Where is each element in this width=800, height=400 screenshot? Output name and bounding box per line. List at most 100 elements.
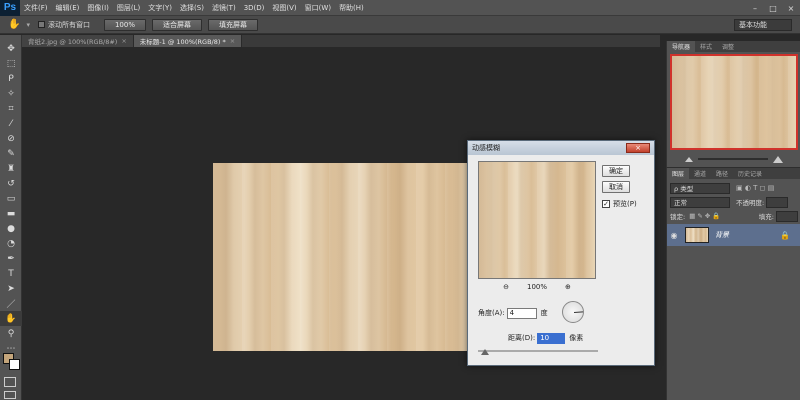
layer-name: 背景 xyxy=(715,231,729,239)
screen-mode-icon[interactable] xyxy=(4,391,16,399)
menu-select[interactable]: 选择(S) xyxy=(176,3,208,13)
magic-wand-icon[interactable]: ✧ xyxy=(0,86,22,101)
type-icon[interactable]: T xyxy=(0,266,22,281)
tab-history[interactable]: 历史记录 xyxy=(733,168,767,179)
opacity-label: 不透明度: xyxy=(736,199,765,207)
preview-label: 预览(P) xyxy=(613,200,637,208)
dodge-icon[interactable]: ◔ xyxy=(0,236,22,251)
opacity-field[interactable] xyxy=(766,196,789,208)
distance-slider-thumb[interactable] xyxy=(481,349,489,355)
tab-navigator[interactable]: 导航器 xyxy=(667,41,696,52)
doc-tab-1[interactable]: 背纸2.jpg @ 100%(RGB/8#) × xyxy=(22,35,134,47)
brush-icon[interactable]: ✎ xyxy=(0,146,22,161)
menu-help[interactable]: 帮助(H) xyxy=(335,3,368,13)
distance-input[interactable]: 10 xyxy=(537,332,566,344)
blur-icon[interactable]: ● xyxy=(0,221,22,236)
dialog-preview[interactable] xyxy=(478,161,596,279)
lock-icons[interactable]: ▦ ✎ ✥ 🔒 xyxy=(689,212,720,220)
move-icon[interactable]: ✥ xyxy=(0,41,22,56)
zoom-100-button[interactable]: 100% xyxy=(103,18,146,31)
menu-view[interactable]: 视图(V) xyxy=(268,3,300,13)
menu-layer[interactable]: 图层(L) xyxy=(113,3,144,13)
angle-value: 4 xyxy=(509,309,515,317)
shape-icon[interactable]: ／ xyxy=(0,296,22,311)
preview-checkbox[interactable]: ✓ xyxy=(602,200,610,208)
tab-adjustments[interactable]: 调整 xyxy=(717,41,739,52)
angle-dial[interactable] xyxy=(562,301,584,323)
history-brush-icon[interactable]: ↺ xyxy=(0,176,22,191)
hand-tool-icon: ✋ xyxy=(8,19,21,30)
document-image[interactable] xyxy=(213,163,475,351)
menu-edit[interactable]: 编辑(E) xyxy=(52,3,84,13)
dialog-close-button[interactable]: × xyxy=(626,143,650,153)
zoom-in-icon[interactable]: ⊕ xyxy=(565,283,571,291)
distance-unit: 像素 xyxy=(569,334,584,342)
menu-file[interactable]: 文件(F) xyxy=(20,3,52,13)
quick-mask-icon[interactable] xyxy=(4,377,16,387)
stamp-icon[interactable]: ♜ xyxy=(0,161,22,176)
cancel-button[interactable]: 取消 xyxy=(602,181,630,193)
menu-filter[interactable]: 滤镜(T) xyxy=(208,3,240,13)
fill-field[interactable] xyxy=(776,210,798,222)
distance-value: 10 xyxy=(540,334,550,342)
tab-channels[interactable]: 通道 xyxy=(689,168,711,179)
close-icon[interactable]: × xyxy=(121,37,126,45)
navigator-zoom-slider[interactable] xyxy=(698,158,768,160)
close-window-button[interactable]: × xyxy=(782,0,800,16)
pen-icon[interactable]: ✒ xyxy=(0,251,22,266)
doc-tab-2[interactable]: 未标题-1 @ 100%(RGB/8) * × xyxy=(133,35,243,47)
preview-checkbox-row[interactable]: ✓ 预览(P) xyxy=(602,199,637,209)
gradient-icon[interactable]: ▬ xyxy=(0,206,22,221)
blend-mode-select[interactable]: 正常 xyxy=(670,196,730,208)
zoom-in-icon[interactable] xyxy=(773,155,783,163)
dialog-title: 动感模糊 xyxy=(472,144,500,152)
background-color-swatch[interactable] xyxy=(9,359,20,370)
layer-row[interactable]: ◉ 背景 🔒 xyxy=(667,224,800,246)
filter-icons[interactable]: ▣ ◐ T ◻ ▤ xyxy=(736,184,774,192)
workspace-select[interactable]: 基本功能 xyxy=(734,19,792,31)
layers-panel-tabs: 图层 通道 路径 历史记录 xyxy=(667,168,800,179)
menu-3d[interactable]: 3D(D) xyxy=(240,4,269,12)
zoom-icon[interactable]: ⚲ xyxy=(0,326,22,341)
layer-thumbnail xyxy=(685,227,709,243)
minimize-button[interactable]: – xyxy=(746,0,764,16)
distance-slider[interactable] xyxy=(478,349,598,355)
navigator-thumbnail[interactable] xyxy=(670,54,798,150)
workspace-label: 基本功能 xyxy=(739,21,767,29)
fill-screen-button[interactable]: 填充屏幕 xyxy=(207,18,258,31)
ok-button[interactable]: 确定 xyxy=(602,165,630,177)
fill-label: 填充: xyxy=(758,213,774,221)
lock-icon: 🔒 xyxy=(780,230,790,240)
angle-input[interactable]: 4 xyxy=(506,307,537,319)
dialog-zoom-row: ⊖ 100% ⊕ xyxy=(478,282,596,292)
zoom-out-icon[interactable]: ⊖ xyxy=(503,283,509,291)
healing-icon[interactable]: ⊘ xyxy=(0,131,22,146)
angle-dial-indicator xyxy=(573,311,584,313)
fit-screen-button[interactable]: 适合屏幕 xyxy=(151,18,202,31)
menu-window[interactable]: 窗口(W) xyxy=(301,3,335,13)
scroll-all-windows-label: 滚动所有窗口 xyxy=(47,20,90,29)
hand-icon[interactable]: ✋ xyxy=(0,311,22,326)
tab-styles[interactable]: 样式 xyxy=(695,41,717,52)
tool-preset-arrow-icon[interactable]: ▾ xyxy=(26,21,30,29)
maximize-button[interactable]: □ xyxy=(764,0,782,16)
zoom-level: 100% xyxy=(526,283,547,291)
menu-type[interactable]: 文字(Y) xyxy=(144,3,176,13)
close-icon[interactable]: × xyxy=(230,37,235,45)
eyedropper-icon[interactable]: ⁄ xyxy=(0,116,22,131)
path-select-icon[interactable]: ➤ xyxy=(0,281,22,296)
tab-paths[interactable]: 路径 xyxy=(711,168,733,179)
motion-blur-dialog: 动感模糊 × 确定 取消 ✓ 预览(P) ⊖ 100% ⊕ 角度(A): 4 度… xyxy=(467,140,655,366)
angle-row: 角度(A): 4 度 xyxy=(478,307,548,319)
eraser-icon[interactable]: ▭ xyxy=(0,191,22,206)
marquee-icon[interactable]: ⬚ xyxy=(0,56,22,71)
crop-icon[interactable]: ⌗ xyxy=(0,101,22,116)
tab-layers[interactable]: 图层 xyxy=(667,168,690,179)
scroll-all-windows-checkbox[interactable]: 滚动所有窗口 xyxy=(37,20,90,30)
zoom-out-icon[interactable] xyxy=(685,156,693,162)
eye-icon[interactable]: ◉ xyxy=(667,231,681,240)
layer-filter-select[interactable]: ρ 类型 xyxy=(670,182,730,194)
lasso-icon[interactable]: ᑭ xyxy=(0,71,22,86)
checkbox-box[interactable] xyxy=(37,21,45,28)
menu-image[interactable]: 图像(I) xyxy=(83,3,113,13)
